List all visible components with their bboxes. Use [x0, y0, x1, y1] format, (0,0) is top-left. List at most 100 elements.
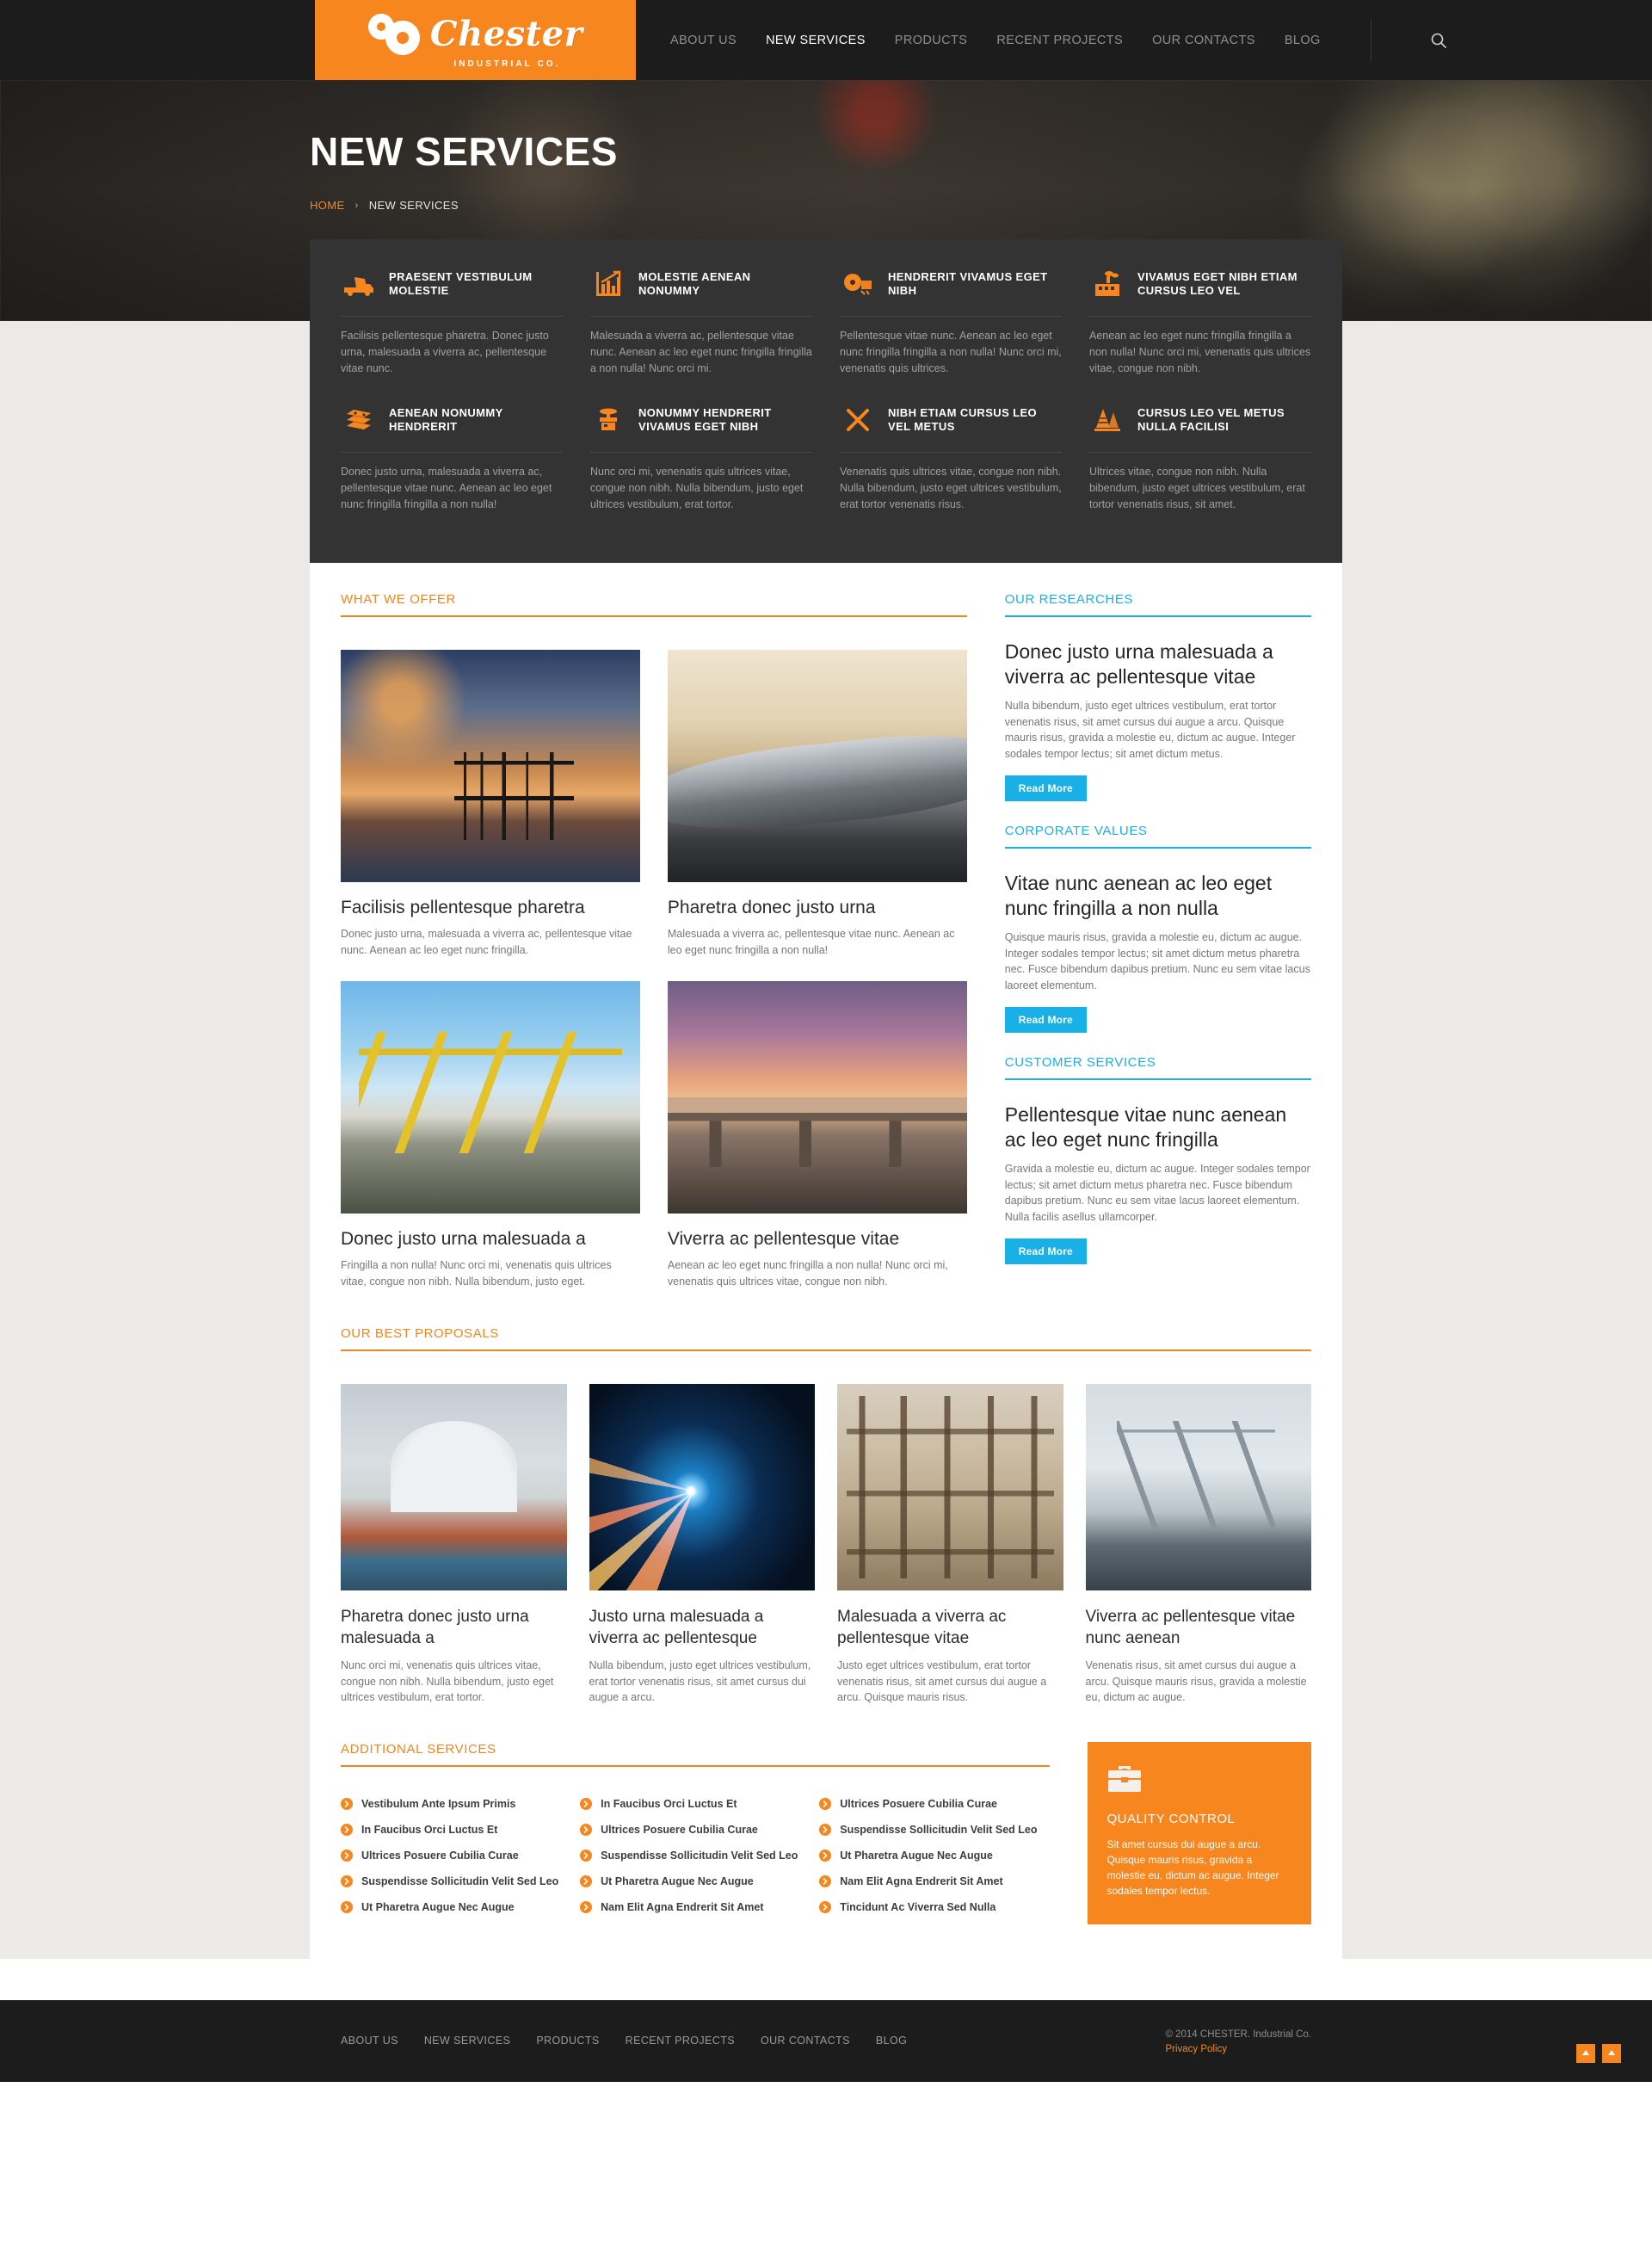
- list-item[interactable]: Ultrices Posuere Cubilia Curae: [341, 1843, 571, 1868]
- nav-item-recent-projects[interactable]: RECENT PROJECTS: [996, 34, 1123, 47]
- offer-card[interactable]: Viverra ac pellentesque vitae Aenean ac …: [667, 981, 967, 1290]
- list-item[interactable]: Suspendisse Sollicitudin Velit Sed Leo: [341, 1868, 571, 1894]
- proposal-card[interactable]: Malesuada a viverra ac pellentesque vita…: [837, 1384, 1063, 1706]
- footer-link-about-us[interactable]: ABOUT US: [341, 2035, 398, 2047]
- footer-link-new-services[interactable]: NEW SERVICES: [424, 2035, 510, 2047]
- read-more-button[interactable]: Read More: [1004, 775, 1087, 801]
- service-item-praesent-vestibulum[interactable]: PRAESENT VESTIBULUM MOLESTIE Facilisis p…: [341, 263, 563, 399]
- nav-item-new-services[interactable]: NEW SERVICES: [766, 34, 866, 47]
- proposal-card[interactable]: Pharetra donec justo urna malesuada a Nu…: [341, 1384, 567, 1706]
- bricks-icon: [341, 403, 377, 437]
- read-more-button[interactable]: Read More: [1004, 1007, 1087, 1033]
- service-text: Ultrices vitae, congue non nibh. Nulla b…: [1089, 466, 1305, 510]
- read-more-button[interactable]: Read More: [1004, 1238, 1087, 1264]
- list-item[interactable]: In Faucibus Orci Luctus Et: [580, 1791, 811, 1817]
- breadcrumb-home[interactable]: HOME: [310, 199, 345, 212]
- arrow-circle-icon: [580, 1797, 593, 1810]
- service-item-vivamus-eget-nibh[interactable]: VIVAMUS EGET NIBH ETIAM CURSUS LEO VEL A…: [1089, 263, 1311, 399]
- what-we-offer-section: WHAT WE OFFER Facilisis pellentesque pha…: [341, 592, 967, 1290]
- list-item[interactable]: Tincidunt Ac Viverra Sed Nulla: [819, 1894, 1050, 1920]
- search-icon[interactable]: [1427, 28, 1451, 52]
- service-item-molestie-aenean[interactable]: MOLESTIE AENEAN NONUMMY Malesuada a vive…: [590, 263, 812, 399]
- service-title: VIVAMUS EGET NIBH ETIAM CURSUS LEO VEL: [1137, 269, 1298, 297]
- offer-card-title: Donec justo urna malesuada a: [341, 1229, 586, 1249]
- arrow-circle-icon: [819, 1797, 832, 1810]
- section-title-additional-services: ADDITIONAL SERVICES: [341, 1742, 1051, 1767]
- footer-link-products[interactable]: PRODUCTS: [536, 2035, 599, 2047]
- list-item[interactable]: Nam Elit Agna Endrerit Sit Amet: [819, 1868, 1050, 1894]
- additional-services-row: ADDITIONAL SERVICES Vestibulum Ante Ipsu…: [341, 1741, 1311, 1924]
- cargo-ship-crane-photo: [1085, 1384, 1311, 1590]
- footer-link-blog[interactable]: BLOG: [876, 2035, 907, 2047]
- privacy-policy-link[interactable]: Privacy Policy: [1165, 2044, 1227, 2054]
- logo[interactable]: Chester INDUSTRIAL CO.: [315, 0, 636, 80]
- arrow-circle-icon: [341, 1900, 353, 1913]
- sidebar-heading: Vitae nunc aenean ac leo eget nunc fring…: [1004, 872, 1273, 919]
- offer-card[interactable]: Donec justo urna malesuada a Fringilla a…: [341, 981, 640, 1290]
- list-item[interactable]: Vestibulum Ante Ipsum Primis: [341, 1791, 571, 1817]
- service-text: Venenatis quis ultrices vitae, congue no…: [840, 466, 1062, 510]
- sidebar-block-our-researches: OUR RESEARCHES Donec justo urna malesuad…: [1004, 592, 1311, 801]
- section-title-our-best-proposals: OUR BEST PROPOSALS: [341, 1326, 1311, 1351]
- bar-chart-icon: [590, 267, 626, 301]
- proposals-grid: Pharetra donec justo urna malesuada a Nu…: [341, 1384, 1311, 1706]
- service-item-aenean-nonummy[interactable]: AENEAN NONUMMY HENDRERIT Donec justo urn…: [341, 399, 563, 535]
- nav-item-our-contacts[interactable]: OUR CONTACTS: [1152, 34, 1255, 47]
- our-best-proposals-section: OUR BEST PROPOSALS Pharetra donec justo …: [341, 1326, 1311, 1706]
- proposal-card[interactable]: Justo urna malesuada a viverra ac pellen…: [589, 1384, 815, 1706]
- gears-icon: [367, 12, 423, 57]
- service-item-nonummy-hendrerit[interactable]: NONUMMY HENDRERIT VIVAMUS EGET NIBH Nunc…: [590, 399, 812, 535]
- footer-link-our-contacts[interactable]: OUR CONTACTS: [761, 2035, 850, 2047]
- list-item[interactable]: Ultrices Posuere Cubilia Curae: [819, 1791, 1050, 1817]
- valve-icon: [590, 403, 626, 437]
- quality-control-box: QUALITY CONTROL Sit amet cursus dui augu…: [1088, 1741, 1311, 1924]
- nav-item-products[interactable]: PRODUCTS: [895, 34, 968, 47]
- service-title: NIBH ETIAM CURSUS LEO VEL METUS: [888, 405, 1038, 433]
- list-item[interactable]: Suspendisse Sollicitudin Velit Sed Leo: [819, 1817, 1050, 1843]
- building-site-photo: [837, 1384, 1063, 1590]
- breadcrumb-separator-icon: ›: [354, 200, 359, 211]
- sidebar-text: Nulla bibendum, justo eget ultrices vest…: [1004, 700, 1296, 760]
- list-item-label: In Faucibus Orci Luctus Et: [601, 1797, 737, 1810]
- back-to-top-controls[interactable]: [1576, 2043, 1621, 2063]
- offer-card[interactable]: Pharetra donec justo urna Malesuada a vi…: [667, 650, 967, 959]
- traffic-cone-icon: [1089, 403, 1125, 437]
- list-item[interactable]: Ultrices Posuere Cubilia Curae: [580, 1817, 811, 1843]
- service-title: CURSUS LEO VEL METUS NULLA FACILISI: [1137, 405, 1285, 433]
- service-title: PRAESENT VESTIBULUM MOLESTIE: [389, 269, 533, 297]
- nav-item-about-us[interactable]: ABOUT US: [670, 34, 737, 47]
- service-item-nibh-etiam-cursus[interactable]: NIBH ETIAM CURSUS LEO VEL METUS Venenati…: [840, 399, 1062, 535]
- site-header: Chester INDUSTRIAL CO. ABOUT US NEW SERV…: [0, 0, 1652, 80]
- nav-item-blog[interactable]: BLOG: [1285, 34, 1321, 47]
- factory-icon: [1089, 267, 1125, 301]
- list-item[interactable]: Suspendisse Sollicitudin Velit Sed Leo: [580, 1843, 811, 1868]
- arrow-up-icon[interactable]: [1576, 2043, 1595, 2063]
- offer-card[interactable]: Facilisis pellentesque pharetra Donec ju…: [341, 650, 640, 959]
- breadcrumb: HOME › NEW SERVICES: [310, 199, 1342, 212]
- tools-icon: [840, 403, 876, 437]
- arrow-circle-icon: [819, 1900, 832, 1913]
- additional-services-lists: Vestibulum Ante Ipsum Primis In Faucibus…: [341, 1791, 1050, 1920]
- breadcrumb-current: NEW SERVICES: [368, 199, 459, 212]
- offer-card-text: Aenean ac leo eget nunc fringilla a non …: [667, 1259, 948, 1288]
- list-item-label: Suspendisse Sollicitudin Velit Sed Leo: [601, 1849, 798, 1862]
- oil-rig-sunset-photo: [341, 650, 640, 882]
- list-item[interactable]: Ut Pharetra Augue Nec Augue: [819, 1843, 1050, 1868]
- service-item-hendrerit-vivamus[interactable]: HENDRERIT VIVAMUS EGET NIBH Pellentesque…: [840, 263, 1062, 399]
- proposal-card-title: Pharetra donec justo urna malesuada a: [341, 1608, 529, 1647]
- arrow-up-icon[interactable]: [1602, 2043, 1621, 2063]
- sidebar-text: Gravida a molestie eu, dictum ac augue. …: [1004, 1163, 1310, 1223]
- offer-card-title: Viverra ac pellentesque vitae: [667, 1229, 900, 1249]
- list-item[interactable]: In Faucibus Orci Luctus Et: [341, 1817, 571, 1843]
- section-title-what-we-offer: WHAT WE OFFER: [341, 592, 967, 617]
- proposal-card[interactable]: Viverra ac pellentesque vitae nunc aenea…: [1085, 1384, 1311, 1706]
- list-item[interactable]: Ut Pharetra Augue Nec Augue: [580, 1868, 811, 1894]
- list-item[interactable]: Ut Pharetra Augue Nec Augue: [341, 1894, 571, 1920]
- list-item-label: Suspendisse Sollicitudin Velit Sed Leo: [361, 1874, 559, 1887]
- proposal-card-title: Justo urna malesuada a viverra ac pellen…: [589, 1608, 764, 1647]
- list-item[interactable]: Nam Elit Agna Endrerit Sit Amet: [580, 1894, 811, 1920]
- offer-grid: Facilisis pellentesque pharetra Donec ju…: [341, 650, 967, 1290]
- logo-inner: Chester: [367, 12, 583, 57]
- footer-link-recent-projects[interactable]: RECENT PROJECTS: [626, 2035, 735, 2047]
- service-item-cursus-leo-vel[interactable]: CURSUS LEO VEL METUS NULLA FACILISI Ultr…: [1089, 399, 1311, 535]
